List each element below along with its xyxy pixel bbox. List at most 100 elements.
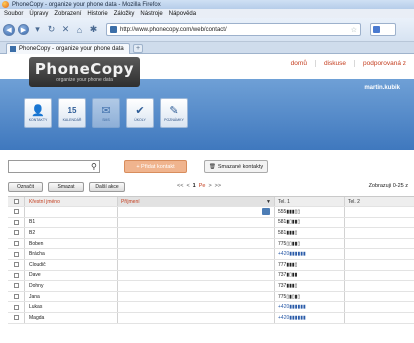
last-name-cell[interactable] [117,291,274,302]
prev-page-link[interactable]: < [186,183,189,189]
header-first-name[interactable]: Křestní jméno [24,197,117,206]
menu-edit[interactable]: Úpravy [29,11,48,17]
first-name-cell[interactable]: Dave [24,270,117,281]
last-name-cell[interactable] [117,238,274,249]
first-name-cell[interactable]: Dohny [24,281,117,291]
first-name-cell[interactable] [24,207,117,217]
row-checkbox[interactable] [13,315,19,321]
first-name-cell[interactable]: Cloudič [24,259,117,270]
tel1-cell: 775▯▯▮▮▯ [274,238,344,249]
table-row[interactable]: Brácha +420▮▮▮▮▮▮ [8,249,414,260]
phonecopy-logo[interactable]: PhoneCopy organize your phone data [29,57,140,87]
mark-button[interactable]: Označit [8,182,43,192]
record-count: Zobrazuji 0-25 z [368,183,408,189]
table-row[interactable]: Boben 775▯▯▮▮▯ [8,238,414,250]
search-icon[interactable]: ⚲ [91,162,97,171]
table-row[interactable]: Dave 737▮▯▮▮ [8,270,414,282]
first-name-cell[interactable]: Lukas [24,302,117,312]
module-contacts[interactable]: 👤 KONTAKTY [24,98,52,128]
address-bar[interactable]: http://www.phonecopy.com/web/contact/ ☆ [106,23,361,36]
menu-bookmarks[interactable]: Záložky [114,11,135,17]
module-sms[interactable]: ✉ SMS [92,98,120,128]
home-icon[interactable]: ⌂ [74,24,85,35]
last-name-cell[interactable] [117,270,274,281]
header-tel1[interactable]: Tel. 1 [274,197,344,206]
tel2-cell [344,238,414,249]
row-checkbox[interactable] [13,219,19,225]
last-name-cell[interactable] [117,259,274,270]
table-row[interactable]: B1 581▮▯▮▮▯ [8,217,414,229]
reload-icon[interactable]: ↻ [46,24,57,35]
select-all-checkbox[interactable] [13,199,19,204]
first-name-cell[interactable]: Brácha [24,249,117,259]
delete-button[interactable]: Smazat [48,182,84,192]
deleted-contacts-button[interactable]: 🗑 Smazané kontakty [204,160,268,173]
row-checkbox[interactable] [13,283,19,289]
tel1-cell: 777▮▮▮▯ [274,259,344,270]
last-name-cell[interactable] [117,228,274,238]
dropdown-arrow-icon[interactable]: ▾ [32,24,43,35]
first-name-cell[interactable]: B1 [24,217,117,228]
row-checkbox[interactable] [13,262,19,268]
menu-help[interactable]: Nápověda [169,11,196,17]
row-checkbox[interactable] [13,251,19,257]
menu-tools[interactable]: Nástroje [140,11,162,17]
row-checkbox[interactable] [13,304,19,310]
first-name-cell[interactable]: B2 [24,228,117,238]
table-row[interactable]: Jana 775▯▮▯▮▯ [8,291,414,303]
next-page-link[interactable]: > [208,183,211,189]
link-discussion[interactable]: diskuse [314,60,354,67]
link-supported[interactable]: podporovaná z [353,60,414,67]
table-row[interactable]: Magda +420▮▮▮▮▮▮ [8,312,414,324]
last-page-link[interactable]: >> [215,183,221,189]
search-box[interactable] [370,23,396,36]
module-notes[interactable]: ✎ POZNÁMKY [160,98,188,128]
vcard-icon[interactable] [262,208,270,215]
tel2-cell [344,270,414,281]
module-calendar[interactable]: 15 KALENDÁŘ [58,98,86,128]
table-row[interactable]: 555▮▮▮▯▯ [8,207,414,218]
last-name-cell[interactable] [117,312,274,323]
last-name-cell[interactable] [117,217,274,228]
tab-phonecopy[interactable]: PhoneCopy - organize your phone data [6,43,130,54]
row-checkbox[interactable] [13,272,19,278]
link-home[interactable]: domů [283,60,315,67]
tel1-cell[interactable]: +420▮▮▮▮▮▮ [274,249,344,259]
row-checkbox[interactable] [13,230,19,236]
row-checkbox[interactable] [13,294,19,300]
last-name-cell[interactable] [117,302,274,312]
last-name-cell[interactable] [117,249,274,259]
tel1-cell[interactable]: +420▮▮▮▮▮▮ [274,312,344,323]
first-name-cell[interactable]: Boben [24,238,117,249]
table-row[interactable]: Cloudič 777▮▮▮▯ [8,259,414,271]
row-checkbox[interactable] [13,241,19,247]
sms-icon: ✉ [101,104,111,117]
add-contact-button[interactable]: + Přidat kontakt [124,160,187,173]
row-checkbox[interactable] [13,209,19,215]
menu-file[interactable]: Soubor [4,11,23,17]
header-last-name[interactable]: Příjmení ▼ [117,197,274,206]
contact-search-input[interactable] [8,160,100,173]
bookmark-star-icon[interactable]: ☆ [351,26,357,34]
first-name-cell[interactable]: Jana [24,291,117,302]
first-page-link[interactable]: << [177,183,183,189]
tel1-cell[interactable]: +420▮▮▮▮▮▮ [274,302,344,312]
last-name-cell[interactable] [117,281,274,291]
menu-history[interactable]: Historie [87,11,107,17]
back-button[interactable]: ◀ [3,23,15,36]
table-row[interactable]: Dohny 737▮▮▮▯ [8,281,414,292]
more-actions-button[interactable]: Další akce [89,182,125,192]
new-tab-button[interactable]: + [133,44,143,53]
menu-view[interactable]: Zobrazení [54,11,81,17]
table-row[interactable]: B2 581▮▮▮▯ [8,228,414,239]
first-name-cell[interactable]: Magda [24,312,117,323]
module-label: SMS [102,117,110,122]
forward-button[interactable]: ▶ [18,24,29,35]
last-name-cell[interactable] [117,207,274,217]
addon-icon[interactable]: ✱ [88,24,99,35]
header-tel2[interactable]: Tel. 2 [344,197,414,206]
user-name[interactable]: martin.kubik [364,85,400,91]
module-tasks[interactable]: ✔ ÚKOLY [126,98,154,128]
stop-icon[interactable]: ✕ [60,24,71,35]
table-row[interactable]: Lukas +420▮▮▮▮▮▮ [8,302,414,313]
